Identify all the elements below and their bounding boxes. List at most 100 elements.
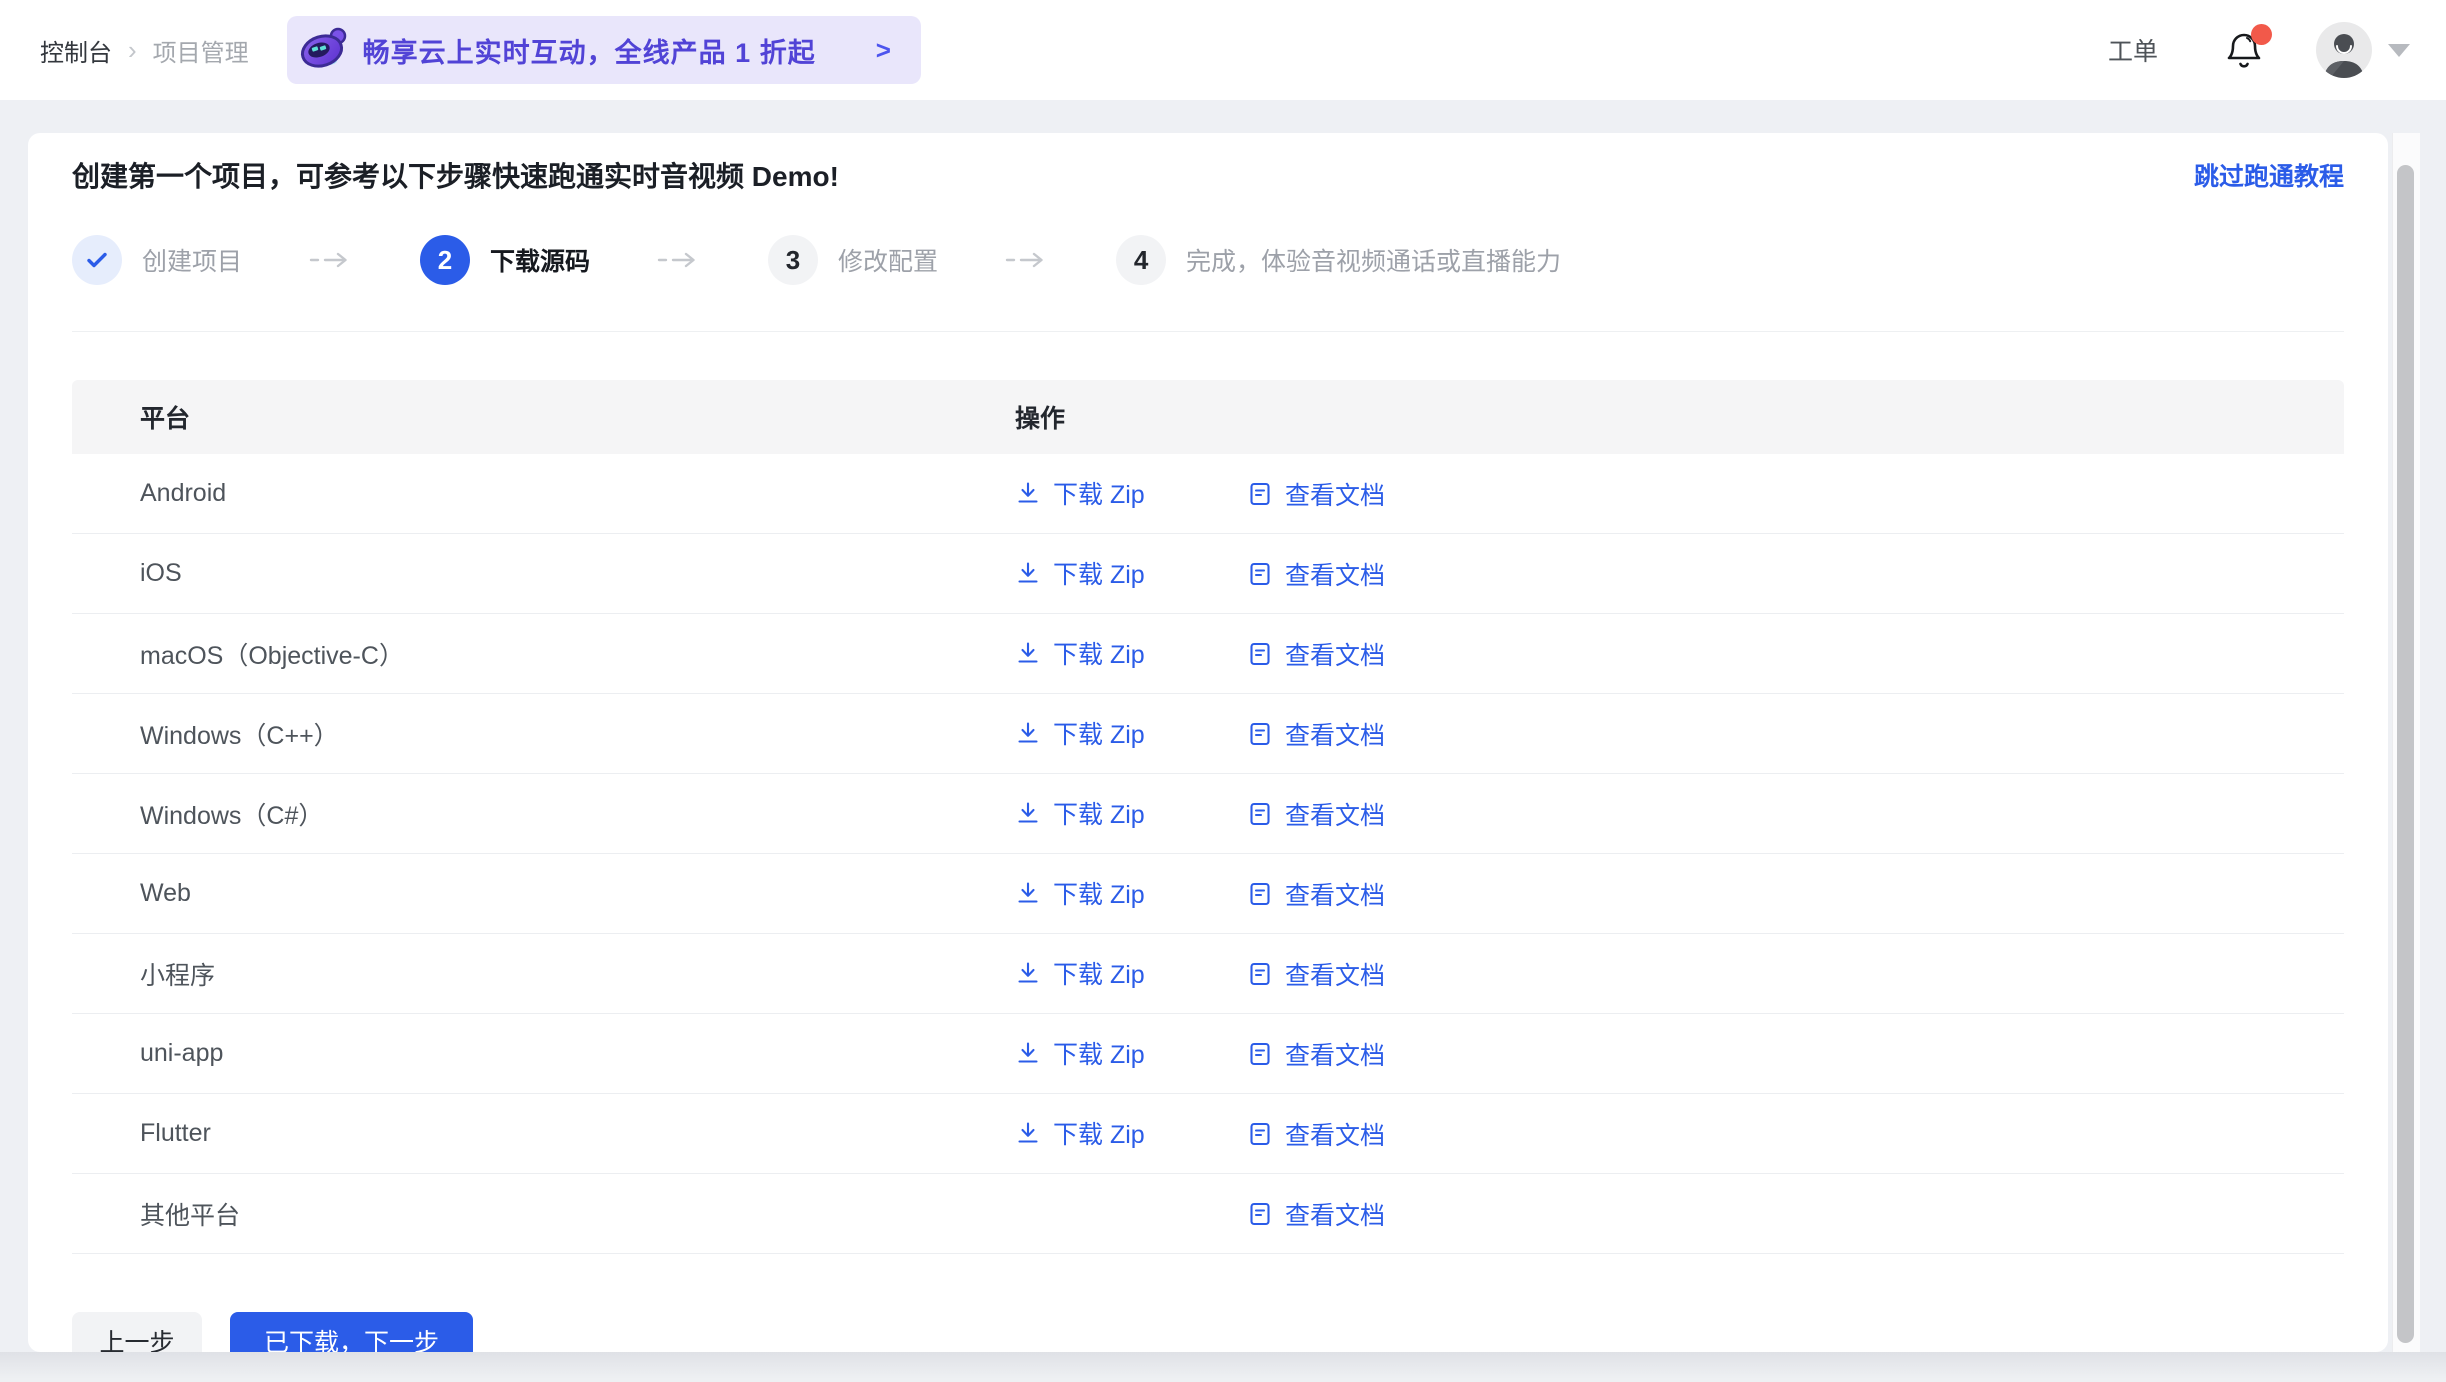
prev-step-button[interactable]: 上一步 (72, 1312, 202, 1352)
download-zip-link[interactable]: 下载 Zip (1015, 1115, 1145, 1151)
document-icon (1247, 961, 1273, 987)
next-step-button[interactable]: 已下载，下一步 (230, 1312, 473, 1352)
view-doc-link[interactable]: 查看文档 (1247, 556, 1385, 592)
step-arrow-icon (656, 251, 702, 269)
platform-table: 平台 操作 Android 下载 Zip (72, 380, 2344, 1254)
table-row: Flutter 下载 Zip (72, 1094, 2344, 1174)
view-doc-link[interactable]: 查看文档 (1247, 636, 1385, 672)
table-row: 其他平台 查看文档 (72, 1174, 2344, 1254)
view-doc-link[interactable]: 查看文档 (1247, 476, 1385, 512)
step-1-label: 创建项目 (142, 242, 242, 278)
step-2-label: 下载源码 (490, 242, 590, 278)
topbar-right: 工单 (2108, 22, 2410, 78)
top-header: 控制台 › 项目管理 畅享云上实时互动，全线产品 1 折起 > 工单 (0, 0, 2446, 100)
view-doc-link[interactable]: 查看文档 (1247, 716, 1385, 752)
view-doc-link[interactable]: 查看文档 (1247, 796, 1385, 832)
breadcrumb-separator-icon: › (128, 35, 137, 66)
document-icon (1247, 481, 1273, 507)
table-row: Android 下载 Zip (72, 454, 2344, 534)
view-doc-link[interactable]: 查看文档 (1247, 1116, 1385, 1152)
page-title: 创建第一个项目，可参考以下步骤快速跑通实时音视频 Demo! (72, 155, 839, 195)
table-row: uni-app 下载 Zip (72, 1014, 2344, 1094)
wizard-footer: 上一步 已下载，下一步 (72, 1312, 2344, 1352)
step-download-source: 2 下载源码 (420, 235, 590, 285)
breadcrumb-project-management: 项目管理 (153, 33, 249, 68)
step-1-check-icon (72, 235, 122, 285)
download-icon (1015, 640, 1041, 666)
view-doc-link[interactable]: 查看文档 (1247, 956, 1385, 992)
promo-banner[interactable]: 畅享云上实时互动，全线产品 1 折起 > (287, 16, 921, 84)
table-header: 平台 操作 (72, 380, 2344, 454)
download-icon (1015, 1040, 1041, 1066)
download-zip-link[interactable]: 下载 Zip (1015, 635, 1145, 671)
document-icon (1247, 641, 1273, 667)
download-zip-link[interactable]: 下载 Zip (1015, 955, 1145, 991)
breadcrumb-console[interactable]: 控制台 (40, 33, 112, 68)
view-doc-link[interactable]: 查看文档 (1247, 1036, 1385, 1072)
table-row: macOS（Objective-C） 下载 Zip (72, 614, 2344, 694)
platform-name: 其他平台 (72, 1196, 1015, 1232)
view-doc-link[interactable]: 查看文档 (1247, 1196, 1385, 1232)
ticket-link[interactable]: 工单 (2108, 32, 2158, 68)
download-zip-link[interactable]: 下载 Zip (1015, 1035, 1145, 1071)
table-row: Windows（C#） 下载 Zip (72, 774, 2344, 854)
stepper: 创建项目 2 下载源码 3 修改配置 4 完成，体验音视频通话或直播能 (72, 235, 2344, 285)
platform-name: Flutter (72, 1119, 1015, 1148)
vertical-scrollbar-thumb[interactable] (2397, 165, 2414, 1343)
section-divider (72, 331, 2344, 332)
download-zip-link[interactable]: 下载 Zip (1015, 555, 1145, 591)
download-zip-link[interactable]: 下载 Zip (1015, 795, 1145, 831)
document-icon (1247, 721, 1273, 747)
promo-arrow-icon: > (876, 35, 891, 66)
download-zip-link[interactable]: 下载 Zip (1015, 715, 1145, 751)
wizard-card: 创建第一个项目，可参考以下步骤快速跑通实时音视频 Demo! 跳过跑通教程 创建… (28, 133, 2388, 1352)
platform-name: iOS (72, 559, 1015, 588)
unread-badge-dot (2251, 24, 2272, 45)
download-zip-link[interactable]: 下载 Zip (1015, 875, 1145, 911)
document-icon (1247, 561, 1273, 587)
document-icon (1247, 1041, 1273, 1067)
step-create-project: 创建项目 (72, 235, 242, 285)
breadcrumb: 控制台 › 项目管理 (40, 33, 249, 68)
table-row: Web 下载 Zip (72, 854, 2344, 934)
table-row: Windows（C++） 下载 Zip (72, 694, 2344, 774)
platform-name: macOS（Objective-C） (72, 636, 1015, 672)
view-doc-link[interactable]: 查看文档 (1247, 876, 1385, 912)
platform-name: 小程序 (72, 956, 1015, 992)
document-icon (1247, 1121, 1273, 1147)
column-action: 操作 (1015, 399, 2344, 435)
column-platform: 平台 (72, 399, 1015, 435)
document-icon (1247, 801, 1273, 827)
promo-banner-text: 畅享云上实时互动，全线产品 1 折起 (363, 31, 816, 70)
download-icon (1015, 880, 1041, 906)
platform-name: Windows（C#） (72, 796, 1015, 832)
step-finish: 4 完成，体验音视频通话或直播能力 (1116, 235, 1561, 285)
table-row: 小程序 下载 Zip (72, 934, 2344, 1014)
download-icon (1015, 720, 1041, 746)
platform-name: Windows（C++） (72, 716, 1015, 752)
download-icon (1015, 480, 1041, 506)
download-zip-link[interactable]: 下载 Zip (1015, 475, 1145, 511)
platform-name: Android (72, 479, 1015, 508)
account-caret-down-icon[interactable] (2388, 44, 2410, 57)
platform-name: uni-app (72, 1039, 1015, 1068)
download-icon (1015, 560, 1041, 586)
notification-bell-button[interactable] (2224, 28, 2264, 72)
skip-tutorial-link[interactable]: 跳过跑通教程 (2194, 157, 2344, 193)
table-row: iOS 下载 Zip (72, 534, 2344, 614)
avatar[interactable] (2316, 22, 2372, 78)
step-3-label: 修改配置 (838, 242, 938, 278)
platform-name: Web (72, 879, 1015, 908)
document-icon (1247, 881, 1273, 907)
step-3-number: 3 (768, 235, 818, 285)
download-icon (1015, 800, 1041, 826)
step-arrow-icon (308, 251, 354, 269)
document-icon (1247, 1201, 1273, 1227)
step-2-number: 2 (420, 235, 470, 285)
download-icon (1015, 960, 1041, 986)
step-modify-config: 3 修改配置 (768, 235, 938, 285)
bottom-edge-band (0, 1352, 2446, 1382)
step-arrow-icon (1004, 251, 1050, 269)
step-4-label: 完成，体验音视频通话或直播能力 (1186, 242, 1561, 278)
step-4-number: 4 (1116, 235, 1166, 285)
